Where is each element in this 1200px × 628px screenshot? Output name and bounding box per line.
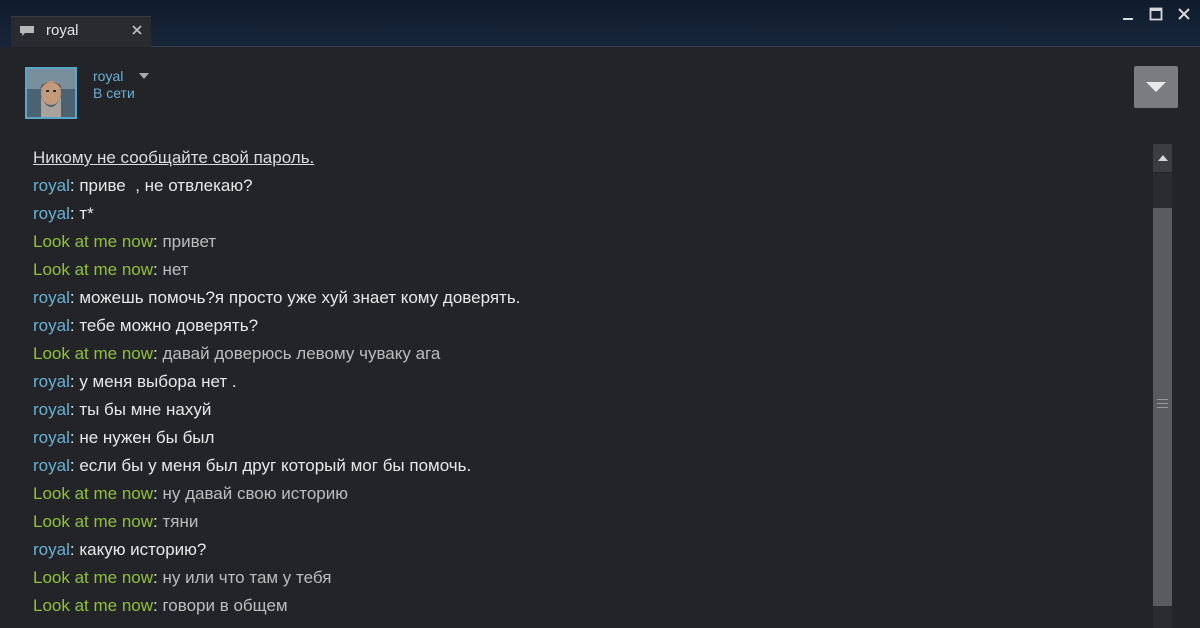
security-notice: Никому не сообщайте свой пароль. — [33, 148, 315, 167]
close-window-button[interactable] — [1176, 6, 1192, 22]
message-text: если бы у меня был друг который мог бы п… — [79, 456, 472, 475]
message-sender[interactable]: royal — [33, 540, 70, 559]
message-text: ты бы мне нахуй — [79, 400, 212, 419]
message-separator: : — [69, 428, 80, 447]
message-sender[interactable]: Look at me now — [33, 512, 153, 531]
message-sender[interactable]: royal — [33, 372, 70, 391]
maximize-icon — [1149, 7, 1163, 21]
message-text: т* — [79, 204, 94, 223]
options-dropdown-button[interactable] — [1134, 66, 1178, 108]
message-text: нет — [162, 260, 189, 279]
message-separator: : — [69, 204, 80, 223]
message-sender[interactable]: royal — [33, 288, 70, 307]
chat-message: royal: у меня выбора нет . — [33, 372, 237, 392]
message-text: можешь помочь?я просто уже хуй знает ком… — [79, 288, 521, 307]
chevron-up-icon — [1157, 155, 1168, 161]
message-text: ну или что там у тебя — [162, 568, 332, 587]
close-icon[interactable] — [130, 23, 144, 37]
window-controls — [1120, 6, 1192, 22]
chat-message: Look at me now: ну или что там у тебя — [33, 568, 331, 588]
title-bar: royal — [0, 0, 1200, 47]
friend-name[interactable]: royal — [93, 68, 123, 84]
minimize-button[interactable] — [1120, 6, 1136, 22]
tab-label: royal — [46, 22, 79, 39]
message-sender[interactable]: Look at me now — [33, 344, 153, 363]
message-sender[interactable]: Look at me now — [33, 260, 153, 279]
message-separator: : — [69, 176, 80, 195]
message-text: говори в общем — [162, 596, 288, 615]
chat-message: royal: не нужен бы был — [33, 428, 214, 448]
message-text: у меня выбора нет . — [79, 372, 237, 391]
avatar-image — [27, 69, 75, 117]
message-sender[interactable]: royal — [33, 428, 70, 447]
message-separator: : — [69, 372, 80, 391]
chat-message: royal: можешь помочь?я просто уже хуй зн… — [33, 288, 520, 308]
message-sender[interactable]: royal — [33, 400, 70, 419]
message-text: тебе можно доверять? — [79, 316, 259, 335]
chat-bubble-icon — [20, 26, 34, 36]
scroll-up-button[interactable] — [1153, 144, 1172, 172]
scroll-track[interactable] — [1153, 173, 1172, 628]
chat-message: royal: приве , не отвлекаю? — [33, 176, 253, 196]
message-separator: : — [69, 456, 80, 475]
friend-status: В сети — [93, 85, 135, 101]
chevron-down-icon[interactable] — [138, 72, 150, 80]
chat-message: Look at me now: тяни — [33, 512, 198, 532]
chat-tab[interactable]: royal — [11, 16, 151, 47]
chat-message: royal: какую историю? — [33, 540, 206, 560]
message-text: тяни — [162, 512, 199, 531]
message-sender[interactable]: Look at me now — [33, 232, 153, 251]
message-sender[interactable]: royal — [33, 176, 70, 195]
message-text: ну давай свою историю — [162, 484, 348, 503]
message-text: давай доверюсь левому чуваку ага — [162, 344, 441, 363]
message-sender[interactable]: royal — [33, 316, 70, 335]
scroll-thumb[interactable] — [1153, 208, 1172, 606]
close-icon — [1178, 8, 1190, 20]
chat-message: Look at me now: нет — [33, 260, 189, 280]
message-separator: : — [69, 288, 80, 307]
chat-log: Никому не сообщайте свой пароль. royal: … — [0, 136, 1145, 628]
maximize-button[interactable] — [1148, 6, 1164, 22]
chat-message: royal: если бы у меня был друг который м… — [33, 456, 471, 476]
chat-message: Look at me now: привет — [33, 232, 216, 252]
message-sender[interactable]: Look at me now — [33, 568, 153, 587]
chat-message: royal: т* — [33, 204, 94, 224]
chevron-down-icon — [1146, 82, 1166, 92]
scrollbar[interactable] — [1153, 144, 1172, 628]
message-separator: : — [69, 540, 80, 559]
grip-icon — [1157, 399, 1168, 408]
message-separator: : — [69, 316, 80, 335]
message-sender[interactable]: royal — [33, 204, 70, 223]
message-text: не нужен бы был — [79, 428, 215, 447]
minimize-icon — [1123, 18, 1133, 20]
message-sender[interactable]: Look at me now — [33, 596, 153, 615]
message-text: привет — [162, 232, 217, 251]
message-sender[interactable]: Look at me now — [33, 484, 153, 503]
chat-message: royal: ты бы мне нахуй — [33, 400, 211, 420]
message-separator: : — [69, 400, 80, 419]
avatar[interactable] — [25, 67, 77, 119]
chat-header: royal В сети — [0, 47, 1200, 136]
chat-message: Look at me now: ну давай свою историю — [33, 484, 348, 504]
message-sender[interactable]: royal — [33, 456, 70, 475]
chat-message: Look at me now: давай доверюсь левому чу… — [33, 344, 440, 364]
message-text: какую историю? — [79, 540, 207, 559]
chat-message: royal: тебе можно доверять? — [33, 316, 258, 336]
chat-message: Look at me now: говори в общем — [33, 596, 288, 616]
message-text: приве , не отвлекаю? — [79, 176, 253, 195]
